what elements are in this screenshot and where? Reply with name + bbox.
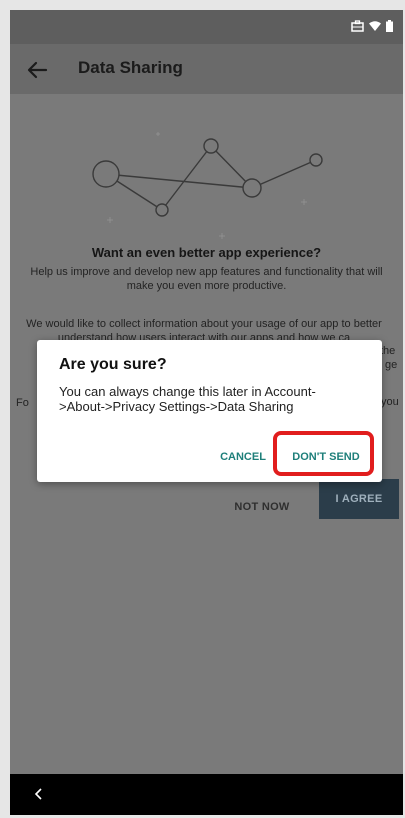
app-bar: Data Sharing <box>10 44 403 94</box>
dialog-message: You can always change this later in Acco… <box>59 384 316 414</box>
status-bar <box>10 10 403 44</box>
description-paragraph: Help us improve and develop new app feat… <box>30 266 383 292</box>
confirm-dialog: Are you sure? You can always change this… <box>37 340 382 482</box>
dont-send-button[interactable]: DON'T SEND <box>285 444 367 470</box>
briefcase-icon <box>351 20 364 32</box>
cancel-button[interactable]: CANCEL <box>212 444 274 470</box>
dialog-title: Are you sure? <box>59 356 167 373</box>
network-illustration <box>92 132 323 239</box>
screen: Data Sharing Want an even better app exp… <box>10 10 403 815</box>
page-title: Data Sharing <box>78 58 183 77</box>
navigation-bar <box>10 774 403 815</box>
battery-icon <box>386 20 393 32</box>
not-now-button[interactable]: NOT NOW <box>224 487 300 527</box>
nav-back-icon[interactable] <box>34 788 44 800</box>
back-arrow-icon[interactable] <box>24 57 50 83</box>
wifi-icon <box>369 21 381 31</box>
heading: Want an even better app experience? <box>91 245 322 260</box>
obscured-text-fragment: you <box>381 396 399 408</box>
obscured-text-fragment: ge <box>385 359 398 371</box>
agree-button[interactable]: I AGREE <box>319 479 399 519</box>
status-icons <box>351 20 393 32</box>
obscured-text-fragment: the <box>380 345 396 357</box>
